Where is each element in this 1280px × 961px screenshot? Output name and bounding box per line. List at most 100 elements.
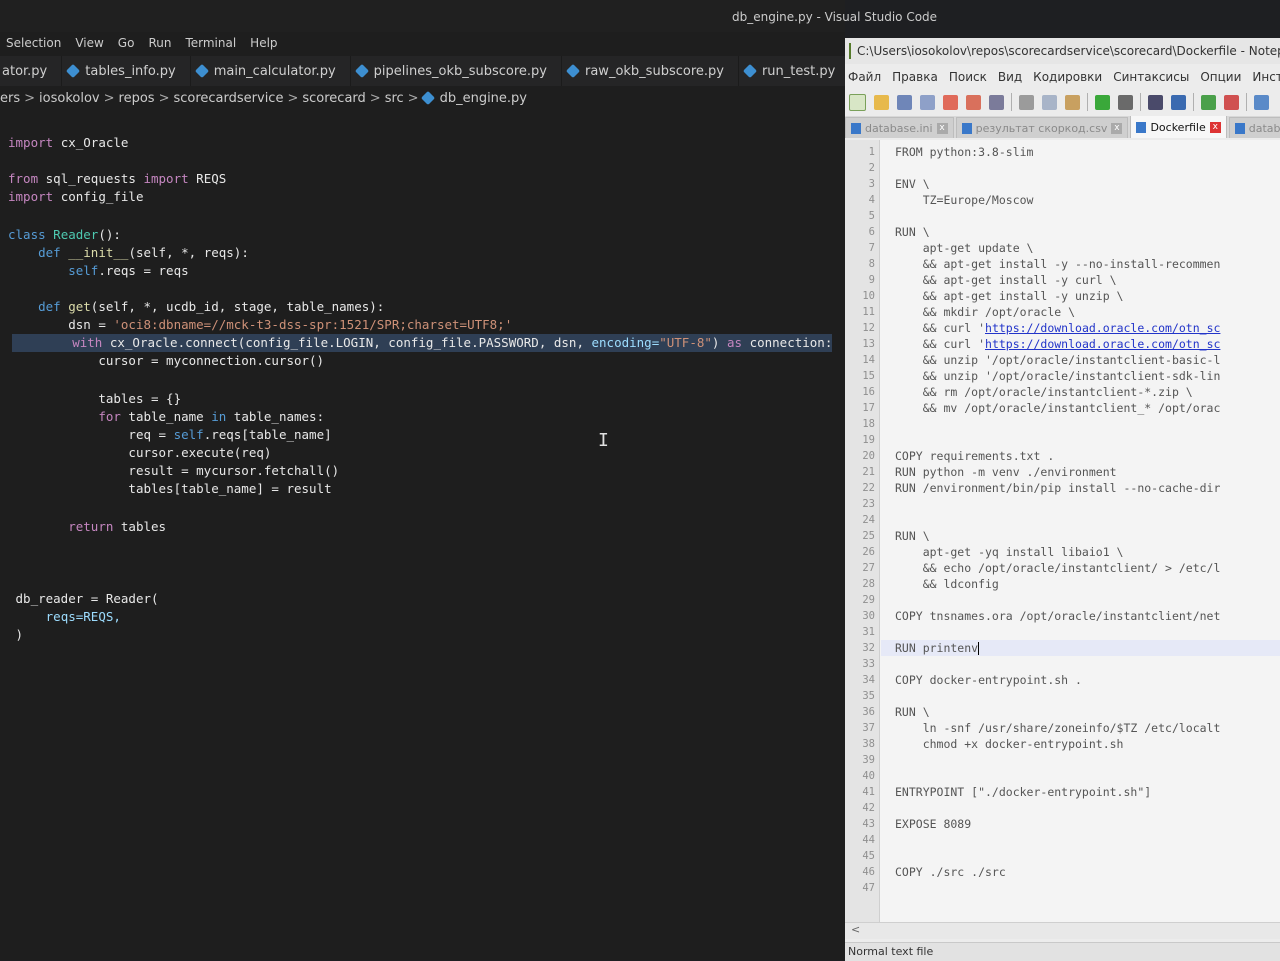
menu-view[interactable]: Вид [995, 66, 1030, 88]
dockerfile-line: TZ=Europe/Moscow [895, 193, 1034, 207]
np-tab-result-csv[interactable]: результат скоркод.csv x [955, 117, 1129, 138]
breadcrumb-item[interactable]: ers [0, 91, 20, 106]
line-number: 27 [862, 562, 875, 574]
python-file-icon [742, 63, 758, 79]
dockerfile-line: chmod +x docker-entrypoint.sh [895, 737, 1124, 751]
dockerfile-line: RUN python -m venv ./environment [895, 465, 1117, 479]
url-link[interactable]: https://download.oracle.com/otn_sc [985, 337, 1220, 351]
dockerfile-line: RUN \ [895, 225, 930, 239]
dockerfile-line: && apt-get install -y --no-install-recom… [895, 257, 1221, 271]
menu-encoding[interactable]: Кодировки [1030, 66, 1110, 88]
cut-icon[interactable] [1019, 94, 1034, 110]
breadcrumb-item[interactable]: scorecard [302, 91, 365, 106]
dockerfile-line: COPY ./src ./src [895, 865, 1006, 879]
dockerfile-line: && apt-get install -y curl \ [895, 273, 1117, 287]
line-number: 33 [862, 658, 875, 670]
undo-icon[interactable] [1095, 94, 1110, 110]
save-all-icon[interactable] [920, 94, 935, 110]
text-caret [978, 642, 980, 655]
line-number: 4 [868, 194, 875, 206]
tab-label: pipelines_okb_subscore.py [373, 63, 547, 79]
breadcrumb-item[interactable]: repos [119, 91, 155, 106]
code-line: tables[table_name] = result [128, 481, 332, 496]
redo-icon[interactable] [1118, 94, 1133, 110]
copy-icon[interactable] [1042, 94, 1057, 110]
line-number: 21 [862, 466, 875, 478]
url-link[interactable]: https://download.oracle.com/otn_sc [985, 321, 1220, 335]
menu-terminal[interactable]: Terminal [179, 32, 244, 56]
line-number: 37 [862, 722, 875, 734]
wrap-icon[interactable] [1254, 94, 1269, 110]
tab-tables-info[interactable]: tables_info.py [62, 56, 191, 86]
np-tab-database-ini-2[interactable]: database.ini [1228, 117, 1280, 138]
dockerfile-line: COPY docker-entrypoint.sh . [895, 673, 1082, 687]
horizontal-scrollbar[interactable]: < [845, 922, 1280, 939]
replace-icon[interactable] [1171, 94, 1186, 110]
breadcrumb-item[interactable]: scorecardservice [173, 91, 283, 106]
chevron-right-icon: > [24, 90, 36, 106]
zoom-out-icon[interactable] [1224, 94, 1239, 110]
close-file-icon[interactable] [943, 94, 958, 110]
menu-tools[interactable]: Инстр [1249, 66, 1280, 88]
close-icon[interactable]: x [936, 122, 948, 134]
new-file-icon[interactable] [849, 93, 866, 111]
zoom-in-icon[interactable] [1201, 94, 1216, 110]
python-file-icon [194, 63, 209, 79]
notepad-app-icon [849, 43, 851, 59]
code-line: import config_file [8, 189, 144, 204]
dockerfile-line: apt-get update \ [895, 241, 1034, 255]
menu-selection[interactable]: Selection [0, 32, 69, 56]
toolbar-separator [1140, 93, 1141, 111]
tab-label: результат скоркод.csv [975, 121, 1108, 135]
notepad-titlebar: C:\Users\iosokolov\repos\scorecardservic… [845, 38, 1280, 64]
code-line: self.reqs = reqs [68, 263, 189, 278]
menu-view[interactable]: View [69, 32, 111, 56]
line-number: 6 [868, 226, 875, 238]
tab-main-calculator[interactable]: main_calculator.py [191, 56, 351, 86]
file-icon [851, 122, 861, 134]
np-tab-dockerfile[interactable]: Dockerfile x [1130, 116, 1227, 138]
print-icon[interactable] [989, 94, 1004, 110]
close-all-icon[interactable] [966, 94, 981, 110]
breadcrumb-item[interactable]: src [385, 91, 404, 106]
scroll-left-icon[interactable]: < [851, 923, 860, 936]
line-number: 29 [862, 594, 875, 606]
close-icon[interactable]: x [1209, 121, 1221, 133]
python-file-icon [420, 90, 435, 106]
line-number: 7 [868, 242, 875, 254]
dockerfile-line: && echo /opt/oracle/instantclient/ > /et… [895, 561, 1221, 575]
menu-edit[interactable]: Правка [889, 66, 946, 88]
dockerfile-editor[interactable]: 1 2 3 4 5 6 7 8 9 10 11 12 13 14 15 16 17 18 19 20 21 22 23 24 2… [845, 140, 1280, 922]
np-tab-database-ini[interactable]: database.ini x [845, 117, 954, 138]
code-line: class Reader(): [8, 227, 121, 242]
tab-run-test[interactable]: run_test.py [739, 56, 845, 86]
dockerfile-line: && mkdir /opt/oracle \ [895, 305, 1076, 319]
line-number: 43 [862, 818, 875, 830]
notepad-tab-bar: database.ini x результат скоркод.csv x Doc… [845, 116, 1280, 138]
breadcrumb-item-current[interactable]: db_engine.py [440, 91, 527, 106]
menu-run[interactable]: Run [142, 32, 179, 56]
tab-ator-py[interactable]: ator.py [0, 56, 63, 86]
menu-options[interactable]: Опции [1197, 66, 1249, 88]
tab-pipelines-okb-subscore[interactable]: pipelines_okb_subscore.py [351, 56, 562, 86]
menu-search[interactable]: Поиск [946, 66, 995, 88]
save-icon[interactable] [897, 94, 912, 110]
code-editor[interactable]: import cx_Oracle from sql_requests impor… [0, 128, 845, 960]
tab-raw-okb-subscore[interactable]: raw_okb_subscore.py [562, 56, 739, 86]
menu-syntax[interactable]: Синтаксисы [1110, 66, 1197, 88]
tab-label: main_calculator.py [213, 63, 336, 79]
line-number: 12 [862, 322, 875, 334]
close-icon[interactable]: x [1111, 122, 1123, 134]
chevron-right-icon: > [158, 90, 170, 106]
find-icon[interactable] [1148, 94, 1163, 110]
dockerfile-line: ln -snf /usr/share/zoneinfo/$TZ /etc/loc… [895, 721, 1221, 735]
breadcrumb-item[interactable]: iosokolov [39, 91, 100, 106]
menu-help[interactable]: Help [244, 32, 285, 56]
line-number: 34 [862, 674, 875, 686]
paste-icon[interactable] [1065, 94, 1080, 110]
line-number: 3 [868, 178, 875, 190]
menu-file[interactable]: Файл [845, 66, 889, 88]
open-file-icon[interactable] [874, 94, 889, 110]
menu-go[interactable]: Go [112, 32, 143, 56]
code-line: return tables [68, 519, 167, 534]
